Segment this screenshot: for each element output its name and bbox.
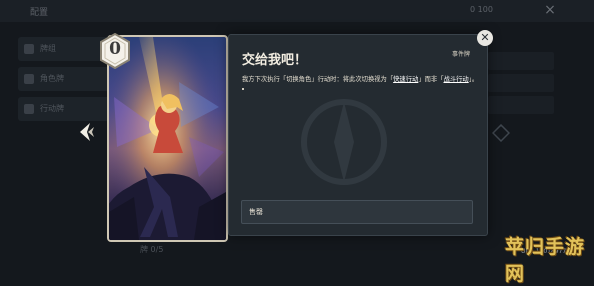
background-currency: 0 100 [470,5,493,14]
sold-out-label: 售罄 [249,208,263,216]
card-description-text: 」。 [468,76,479,83]
background-sidebar-label: 角色牌 [40,74,64,83]
background-right-row [488,96,554,114]
card-title: 交给我吧！ [242,53,308,68]
background-right-row [488,74,554,92]
close-icon: ✕ [480,31,490,44]
panel-emblem-watermark [301,99,387,185]
card-description-text: 我方下次执行「切换角色」行动时：将此次切换视为「 [242,76,394,83]
background-diamond-icon [492,124,510,142]
background-right-row [488,52,554,70]
background-sidebar-item: 角色牌 [18,67,110,91]
background-sidebar-icon [24,74,34,84]
background-title: 配置 [30,8,49,18]
background-sidebar-label: 行动牌 [40,104,64,113]
background-sidebar-item: 牌组 [18,37,110,61]
card-description: 我方下次执行「切换角色」行动时：将此次切换视为「快速行动」而非「战斗行动」。 [242,75,482,84]
site-watermark-logo: 苹归手游网 [505,236,586,285]
background-sidebar-label: 牌组 [40,44,56,53]
card-cost-badge: 0 [99,33,131,69]
background-sidebar-icon [24,44,34,54]
card-type-label: 事件牌 [452,51,471,58]
previous-card-arrow-icon[interactable] [76,121,98,143]
card-cost-value: 0 [109,39,121,59]
sold-out-button[interactable]: 售罄 [241,200,473,224]
background-close-icon: × [544,2,556,18]
background-sidebar-item: 行动牌 [18,97,110,121]
keyword-link-combat-action[interactable]: 战斗行动 [444,76,469,83]
keyword-link-quick-action[interactable]: 快速行动 [393,76,418,83]
card-description-text: 」而非「 [418,76,444,83]
card-detail-panel: 交给我吧！ 事件牌 我方下次执行「切换角色」行动时：将此次切换视为「快速行动」而… [228,34,488,236]
background-card-count: 牌 0/5 [140,245,164,254]
background-sidebar-icon [24,104,34,114]
close-button[interactable]: ✕ [477,30,493,46]
description-bullet [242,88,244,90]
background-top-bar: 配置 0 100 × [0,0,594,22]
